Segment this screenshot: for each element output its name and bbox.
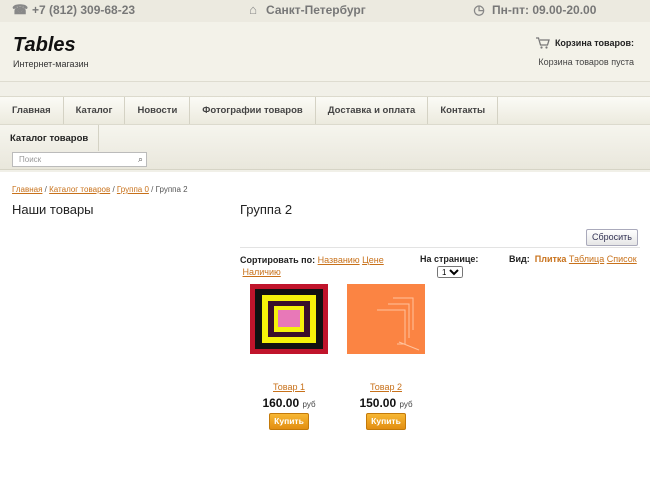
- main-nav: Главная Каталог Новости Фотографии товар…: [0, 96, 650, 125]
- sort-by-availability[interactable]: Наличию: [243, 267, 281, 277]
- working-hours: Пн-пт: 09.00-20.00: [492, 3, 597, 17]
- main-content: Главная / Каталог товаров / Группа 0 / Г…: [0, 172, 650, 478]
- city-name: Санкт-Петербург: [266, 3, 366, 17]
- nav-item-news[interactable]: Новости: [125, 97, 191, 124]
- site-header: Tables Интернет-магазин Корзина товаров:…: [0, 22, 650, 82]
- reset-button[interactable]: Сбросить: [586, 229, 638, 246]
- home-icon: ⌂: [249, 2, 257, 17]
- top-bar: ☎ +7 (812) 309-68-23 ⌂ Санкт-Петербург ◷…: [0, 0, 650, 22]
- price-value: 160.00: [262, 396, 300, 410]
- view-controls: Вид: Плитка Таблица Список: [509, 254, 637, 264]
- product-card: Товар 2 150.00 руб Купить: [346, 284, 426, 430]
- view-table[interactable]: Таблица: [569, 254, 604, 264]
- price-value: 150.00: [359, 396, 397, 410]
- sidebar-heading: Наши товары: [12, 202, 94, 217]
- product-image[interactable]: [250, 284, 328, 354]
- view-tile[interactable]: Плитка: [535, 254, 567, 264]
- price-currency: руб: [302, 400, 316, 409]
- catalog-divider: [98, 125, 99, 151]
- per-page-label: На странице:: [420, 254, 479, 264]
- breadcrumb-current: Группа 2: [155, 185, 188, 194]
- product-name[interactable]: Товар 1: [249, 382, 329, 392]
- sort-by-price[interactable]: Цене: [362, 255, 384, 265]
- phone-number[interactable]: +7 (812) 309-68-23: [32, 3, 135, 17]
- city-block: ⌂ Санкт-Петербург: [246, 2, 366, 18]
- phone-block: ☎ +7 (812) 309-68-23: [12, 2, 135, 18]
- price-currency: руб: [399, 400, 413, 409]
- product-price: 160.00 руб: [249, 396, 329, 410]
- product-price: 150.00 руб: [346, 396, 426, 410]
- product-card: Товар 1 160.00 руб Купить: [249, 284, 329, 430]
- nav-item-contacts[interactable]: Контакты: [428, 97, 499, 124]
- per-page-control: На странице: 12: [420, 254, 479, 278]
- product-image[interactable]: [347, 284, 425, 354]
- cart-status: Корзина товаров пуста: [538, 57, 634, 67]
- nav-item-home[interactable]: Главная: [0, 97, 64, 124]
- view-list[interactable]: Список: [607, 254, 637, 264]
- search-input[interactable]: Поиск ⌕: [12, 152, 147, 167]
- catalog-panel: Каталог товаров Поиск ⌕: [0, 125, 650, 170]
- nav-item-catalog[interactable]: Каталог: [64, 97, 126, 124]
- breadcrumb-catalog[interactable]: Каталог товаров: [49, 185, 110, 194]
- sort-controls: Сортировать по: Названию Цене Наличию: [240, 254, 400, 278]
- breadcrumb-home[interactable]: Главная: [12, 185, 42, 194]
- search-icon[interactable]: ⌕: [138, 154, 143, 165]
- product-name[interactable]: Товар 2: [346, 382, 426, 392]
- clock-icon: ◷: [473, 2, 485, 17]
- per-page-select[interactable]: 12: [437, 266, 463, 278]
- nav-item-photos[interactable]: Фотографии товаров: [190, 97, 316, 124]
- sort-label: Сортировать по:: [240, 255, 316, 265]
- nav-item-delivery[interactable]: Доставка и оплата: [316, 97, 429, 124]
- cart-widget[interactable]: Корзина товаров: Корзина товаров пуста: [535, 37, 634, 67]
- buy-button[interactable]: Купить: [366, 413, 406, 430]
- site-tagline: Интернет-магазин: [13, 59, 89, 69]
- search-placeholder: Поиск: [19, 155, 42, 164]
- cart-title: Корзина товаров:: [554, 38, 634, 48]
- view-label: Вид:: [509, 254, 530, 264]
- catalog-title[interactable]: Каталог товаров: [10, 133, 88, 144]
- buy-button[interactable]: Купить: [269, 413, 309, 430]
- cart-icon: [535, 37, 550, 49]
- phone-icon: ☎: [12, 2, 29, 17]
- hours-block: ◷ Пн-пт: 09.00-20.00: [472, 2, 597, 18]
- divider: [240, 247, 640, 248]
- sort-by-name[interactable]: Названию: [318, 255, 360, 265]
- page-title: Группа 2: [240, 202, 293, 217]
- breadcrumb-group-0[interactable]: Группа 0: [117, 185, 149, 194]
- breadcrumb: Главная / Каталог товаров / Группа 0 / Г…: [12, 185, 188, 194]
- site-logo[interactable]: Tables: [13, 34, 76, 57]
